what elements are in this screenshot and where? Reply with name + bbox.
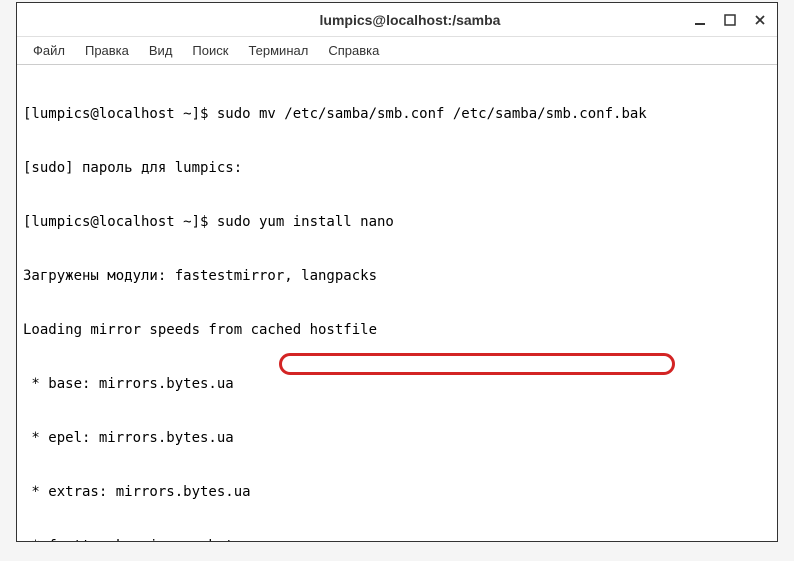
terminal-line: Loading mirror speeds from cached hostfi… [23,321,771,339]
menu-help[interactable]: Справка [320,40,387,61]
menu-terminal[interactable]: Терминал [240,40,316,61]
terminal-line: [sudo] пароль для lumpics: [23,159,771,177]
menubar: Файл Правка Вид Поиск Терминал Справка [17,37,777,65]
maximize-icon [724,14,736,26]
terminal-line: * epel: mirrors.bytes.ua [23,429,771,447]
menu-edit[interactable]: Правка [77,40,137,61]
menu-file[interactable]: Файл [25,40,73,61]
close-icon [754,14,766,26]
terminal-line: [lumpics@localhost ~]$ sudo yum install … [23,213,771,231]
terminal-line: * base: mirrors.bytes.ua [23,375,771,393]
window-controls [693,13,767,27]
highlight-annotation [279,353,675,375]
terminal-line: * fasttrack: mirrors.bytes.ua [23,537,771,541]
close-button[interactable] [753,13,767,27]
terminal-output[interactable]: [lumpics@localhost ~]$ sudo mv /etc/samb… [17,65,777,541]
menu-view[interactable]: Вид [141,40,181,61]
terminal-line: Загружены модули: fastestmirror, langpac… [23,267,771,285]
terminal-line: [lumpics@localhost ~]$ sudo mv /etc/samb… [23,105,771,123]
terminal-window: lumpics@localhost:/samba Файл Правка Вид… [16,2,778,542]
minimize-button[interactable] [693,13,707,27]
minimize-icon [694,14,706,26]
menu-search[interactable]: Поиск [184,40,236,61]
maximize-button[interactable] [723,13,737,27]
titlebar: lumpics@localhost:/samba [17,3,777,37]
window-title: lumpics@localhost:/samba [127,12,693,28]
terminal-line: * extras: mirrors.bytes.ua [23,483,771,501]
